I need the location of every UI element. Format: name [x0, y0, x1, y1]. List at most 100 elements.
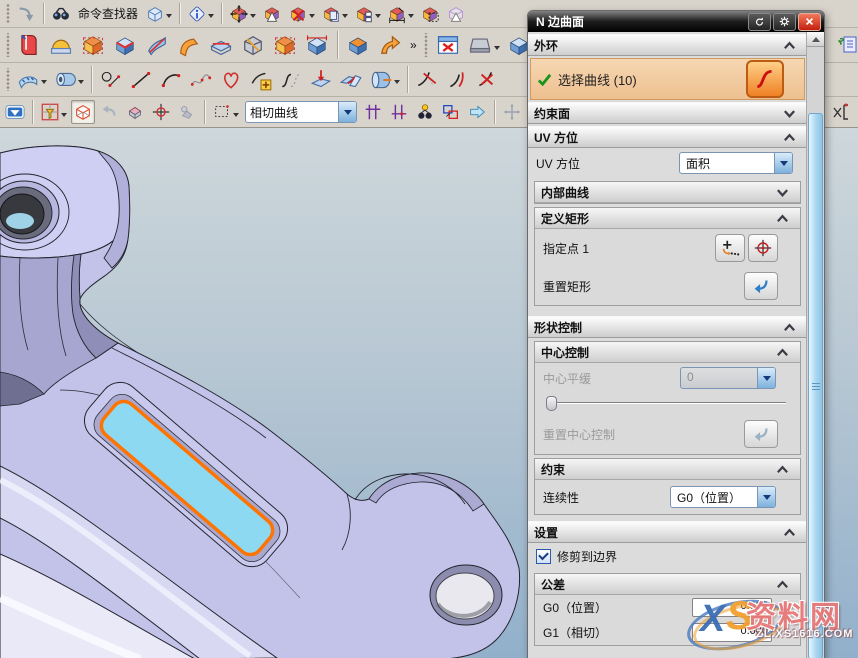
trim-sheet-icon[interactable] [206, 30, 236, 60]
measure-cube-icon[interactable] [385, 2, 416, 26]
dropdown-arrow-icon[interactable] [342, 14, 348, 21]
dropdown-arrow-icon[interactable] [233, 113, 239, 120]
dropdown-arrow-icon[interactable] [408, 14, 414, 21]
band-box-icon[interactable] [110, 30, 140, 60]
dialog-titlebar[interactable]: N 边曲面 [528, 11, 824, 32]
marquee-select-icon[interactable] [210, 100, 241, 124]
center-flat-spinner[interactable]: 0 [680, 367, 776, 389]
dropdown-arrow-icon[interactable] [61, 113, 67, 120]
dialog-settings-gear-icon[interactable] [773, 13, 796, 31]
command-finder-icon[interactable] [49, 2, 73, 26]
dropdown-arrow-icon[interactable] [78, 80, 84, 87]
profile-icon[interactable] [97, 66, 125, 94]
chevron-down-icon[interactable] [777, 109, 801, 118]
info-icon[interactable] [185, 2, 216, 26]
dropdown-arrow-icon[interactable] [375, 14, 381, 21]
section-shape-control[interactable]: 形状控制 [528, 316, 807, 338]
erase-highlight-icon[interactable] [123, 100, 147, 124]
dropdown-arrow-icon[interactable] [394, 80, 400, 87]
find-component-icon[interactable] [413, 100, 437, 124]
toolbar-grip[interactable] [5, 4, 10, 23]
reset-rectangle-button[interactable] [744, 272, 778, 300]
dropdown-arrow-icon[interactable] [338, 102, 356, 122]
dropdown-arrow-icon[interactable] [208, 14, 214, 21]
view-cube-icon[interactable] [143, 2, 174, 26]
toolbar-grip[interactable] [5, 33, 10, 57]
section-view-icon[interactable] [465, 30, 502, 60]
dialog-scrollbar[interactable] [806, 32, 824, 658]
pan-icon[interactable] [500, 100, 524, 124]
center-flat-slider[interactable] [545, 395, 788, 410]
curve-rule-combo[interactable]: 相切曲线 [245, 101, 357, 123]
dialog-close-button[interactable] [798, 13, 821, 31]
swept-icon[interactable] [375, 30, 405, 60]
type-filter-dropdown[interactable] [3, 100, 27, 124]
dropdown-arrow-icon[interactable] [250, 14, 256, 21]
line-icon[interactable] [127, 66, 155, 94]
display-triangle-icon[interactable] [260, 2, 284, 26]
layer-panes-icon[interactable] [352, 2, 383, 26]
chevron-up-icon[interactable] [777, 528, 801, 537]
continuity-dropdown[interactable]: G0（位置） [670, 486, 776, 508]
extrude-icon[interactable] [78, 30, 108, 60]
g0-tolerance-input[interactable]: 0.025 [692, 598, 772, 617]
redo-arrow-icon[interactable] [14, 2, 38, 26]
dropdown-arrow-icon[interactable] [774, 153, 792, 173]
hide-object-icon[interactable] [286, 2, 317, 26]
intersect-curve-icon[interactable] [337, 66, 365, 94]
uv-orientation-dropdown[interactable]: 面积 [679, 152, 793, 174]
show-hide-icon[interactable] [227, 2, 258, 26]
reset-center-button[interactable] [744, 420, 778, 448]
toolbar-grip[interactable] [5, 68, 10, 91]
next-selection-icon[interactable] [465, 100, 489, 124]
dropdown-arrow-icon[interactable] [166, 14, 172, 21]
section-settings[interactable]: 设置 [528, 521, 807, 543]
window-close-icon[interactable] [433, 30, 463, 60]
dropdown-arrow-icon[interactable] [309, 14, 315, 21]
offset-clamp-icon[interactable] [828, 99, 854, 125]
dialog-reset-button[interactable] [748, 13, 771, 31]
blend-icon[interactable] [174, 30, 204, 60]
snap-cube-icon[interactable] [71, 100, 95, 124]
project-curve-icon[interactable] [307, 66, 335, 94]
surface-check-icon[interactable] [14, 66, 49, 94]
copy-display-icon[interactable] [319, 2, 350, 26]
delete-curve-icon[interactable] [473, 66, 501, 94]
bounded-plane-icon[interactable] [270, 30, 300, 60]
chevron-up-icon[interactable] [770, 214, 794, 223]
specify-point-button[interactable] [748, 234, 778, 262]
section-interior-curves[interactable]: 内部曲线 [535, 182, 800, 203]
scroll-up-icon[interactable] [807, 32, 824, 47]
section-tolerance[interactable]: 公差 [535, 574, 800, 595]
extend-curve-icon[interactable] [443, 66, 471, 94]
wrap-curve-icon[interactable] [367, 66, 402, 94]
section-constraints[interactable]: 约束 [535, 459, 800, 480]
art-spline-icon[interactable] [217, 66, 245, 94]
undo-icon[interactable] [97, 100, 121, 124]
studio-spline-icon[interactable] [187, 66, 215, 94]
trim-to-boundary-checkbox[interactable] [536, 549, 551, 564]
curve-on-surface-icon[interactable] [247, 66, 275, 94]
select-stack-icon[interactable] [439, 100, 463, 124]
dropdown-arrow-icon[interactable] [41, 80, 47, 87]
shell-icon[interactable] [343, 30, 373, 60]
chevron-up-icon[interactable] [770, 465, 794, 474]
trim-curve-icon[interactable] [413, 66, 441, 94]
section-constraint-faces[interactable]: 约束面 [528, 102, 807, 124]
offset-face-icon[interactable] [302, 30, 332, 60]
dropdown-arrow-icon[interactable] [757, 487, 775, 507]
arc-icon[interactable] [157, 66, 185, 94]
ghost-cube-icon[interactable] [444, 2, 468, 26]
curve-rule-button[interactable] [746, 60, 784, 98]
sheet-swoosh-icon[interactable] [142, 30, 172, 60]
section-define-rectangle[interactable]: 定义矩形 [535, 208, 800, 229]
select-curve-row[interactable]: 选择曲线 (10) [530, 58, 805, 100]
datum-book-icon[interactable] [14, 30, 44, 60]
dropdown-arrow-icon[interactable] [494, 46, 500, 53]
chevron-up-icon[interactable] [770, 580, 794, 589]
chevron-up-icon[interactable] [770, 348, 794, 357]
section-center-control[interactable]: 中心控制 [535, 342, 800, 363]
part-navigator-icon[interactable] [835, 31, 858, 57]
point-dialog-button[interactable] [715, 234, 745, 262]
snap-point-icon[interactable] [149, 100, 173, 124]
